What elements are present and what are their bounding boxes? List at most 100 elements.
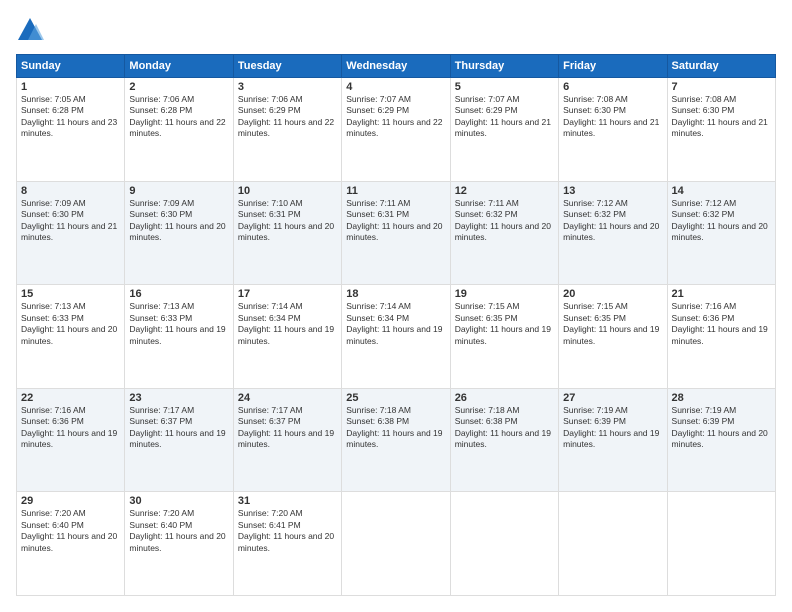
day-number: 5 [455, 81, 554, 93]
day-number: 27 [563, 392, 662, 404]
calendar-cell: 8 Sunrise: 7:09 AMSunset: 6:30 PMDayligh… [17, 181, 125, 285]
calendar-cell: 5 Sunrise: 7:07 AMSunset: 6:29 PMDayligh… [450, 78, 558, 182]
day-content: Sunrise: 7:16 AMSunset: 6:36 PMDaylight:… [672, 301, 771, 347]
day-number: 28 [672, 392, 771, 404]
day-number: 20 [563, 288, 662, 300]
day-content: Sunrise: 7:11 AMSunset: 6:32 PMDaylight:… [455, 198, 554, 244]
calendar-cell: 1 Sunrise: 7:05 AMSunset: 6:28 PMDayligh… [17, 78, 125, 182]
day-header-wednesday: Wednesday [342, 55, 450, 78]
calendar-cell: 12 Sunrise: 7:11 AMSunset: 6:32 PMDaylig… [450, 181, 558, 285]
calendar-cell: 17 Sunrise: 7:14 AMSunset: 6:34 PMDaylig… [233, 285, 341, 389]
day-number: 26 [455, 392, 554, 404]
day-number: 14 [672, 185, 771, 197]
calendar-cell: 22 Sunrise: 7:16 AMSunset: 6:36 PMDaylig… [17, 388, 125, 492]
calendar-cell: 24 Sunrise: 7:17 AMSunset: 6:37 PMDaylig… [233, 388, 341, 492]
day-content: Sunrise: 7:20 AMSunset: 6:41 PMDaylight:… [238, 508, 337, 554]
calendar-cell: 28 Sunrise: 7:19 AMSunset: 6:39 PMDaylig… [667, 388, 775, 492]
day-content: Sunrise: 7:14 AMSunset: 6:34 PMDaylight:… [346, 301, 445, 347]
calendar-week-row: 8 Sunrise: 7:09 AMSunset: 6:30 PMDayligh… [17, 181, 776, 285]
day-content: Sunrise: 7:07 AMSunset: 6:29 PMDaylight:… [455, 94, 554, 140]
calendar-cell: 16 Sunrise: 7:13 AMSunset: 6:33 PMDaylig… [125, 285, 233, 389]
day-number: 1 [21, 81, 120, 93]
day-number: 2 [129, 81, 228, 93]
day-number: 3 [238, 81, 337, 93]
calendar-header-row: SundayMondayTuesdayWednesdayThursdayFrid… [17, 55, 776, 78]
calendar-cell: 20 Sunrise: 7:15 AMSunset: 6:35 PMDaylig… [559, 285, 667, 389]
day-content: Sunrise: 7:20 AMSunset: 6:40 PMDaylight:… [129, 508, 228, 554]
calendar-week-row: 22 Sunrise: 7:16 AMSunset: 6:36 PMDaylig… [17, 388, 776, 492]
calendar-cell: 4 Sunrise: 7:07 AMSunset: 6:29 PMDayligh… [342, 78, 450, 182]
calendar-cell [559, 492, 667, 596]
day-number: 23 [129, 392, 228, 404]
day-content: Sunrise: 7:11 AMSunset: 6:31 PMDaylight:… [346, 198, 445, 244]
day-content: Sunrise: 7:08 AMSunset: 6:30 PMDaylight:… [563, 94, 662, 140]
day-header-tuesday: Tuesday [233, 55, 341, 78]
day-number: 12 [455, 185, 554, 197]
calendar-cell: 15 Sunrise: 7:13 AMSunset: 6:33 PMDaylig… [17, 285, 125, 389]
day-content: Sunrise: 7:15 AMSunset: 6:35 PMDaylight:… [455, 301, 554, 347]
header [16, 16, 776, 44]
day-number: 16 [129, 288, 228, 300]
day-number: 29 [21, 495, 120, 507]
day-content: Sunrise: 7:08 AMSunset: 6:30 PMDaylight:… [672, 94, 771, 140]
day-number: 7 [672, 81, 771, 93]
day-content: Sunrise: 7:14 AMSunset: 6:34 PMDaylight:… [238, 301, 337, 347]
calendar-cell: 11 Sunrise: 7:11 AMSunset: 6:31 PMDaylig… [342, 181, 450, 285]
calendar-cell: 29 Sunrise: 7:20 AMSunset: 6:40 PMDaylig… [17, 492, 125, 596]
calendar-cell: 18 Sunrise: 7:14 AMSunset: 6:34 PMDaylig… [342, 285, 450, 389]
calendar-cell: 19 Sunrise: 7:15 AMSunset: 6:35 PMDaylig… [450, 285, 558, 389]
day-content: Sunrise: 7:09 AMSunset: 6:30 PMDaylight:… [21, 198, 120, 244]
day-header-friday: Friday [559, 55, 667, 78]
logo-icon [16, 16, 44, 44]
day-content: Sunrise: 7:12 AMSunset: 6:32 PMDaylight:… [563, 198, 662, 244]
day-number: 11 [346, 185, 445, 197]
day-number: 22 [21, 392, 120, 404]
day-content: Sunrise: 7:16 AMSunset: 6:36 PMDaylight:… [21, 405, 120, 451]
calendar-cell: 27 Sunrise: 7:19 AMSunset: 6:39 PMDaylig… [559, 388, 667, 492]
calendar-cell: 25 Sunrise: 7:18 AMSunset: 6:38 PMDaylig… [342, 388, 450, 492]
calendar-week-row: 15 Sunrise: 7:13 AMSunset: 6:33 PMDaylig… [17, 285, 776, 389]
day-content: Sunrise: 7:13 AMSunset: 6:33 PMDaylight:… [21, 301, 120, 347]
day-content: Sunrise: 7:17 AMSunset: 6:37 PMDaylight:… [238, 405, 337, 451]
day-number: 15 [21, 288, 120, 300]
day-content: Sunrise: 7:06 AMSunset: 6:29 PMDaylight:… [238, 94, 337, 140]
day-content: Sunrise: 7:19 AMSunset: 6:39 PMDaylight:… [563, 405, 662, 451]
day-header-saturday: Saturday [667, 55, 775, 78]
day-header-thursday: Thursday [450, 55, 558, 78]
day-number: 13 [563, 185, 662, 197]
calendar-cell [450, 492, 558, 596]
calendar-cell: 14 Sunrise: 7:12 AMSunset: 6:32 PMDaylig… [667, 181, 775, 285]
day-header-sunday: Sunday [17, 55, 125, 78]
page: SundayMondayTuesdayWednesdayThursdayFrid… [0, 0, 792, 612]
calendar-cell: 10 Sunrise: 7:10 AMSunset: 6:31 PMDaylig… [233, 181, 341, 285]
day-number: 8 [21, 185, 120, 197]
day-content: Sunrise: 7:18 AMSunset: 6:38 PMDaylight:… [455, 405, 554, 451]
calendar-cell [667, 492, 775, 596]
day-content: Sunrise: 7:10 AMSunset: 6:31 PMDaylight:… [238, 198, 337, 244]
day-number: 25 [346, 392, 445, 404]
day-header-monday: Monday [125, 55, 233, 78]
day-content: Sunrise: 7:12 AMSunset: 6:32 PMDaylight:… [672, 198, 771, 244]
day-content: Sunrise: 7:20 AMSunset: 6:40 PMDaylight:… [21, 508, 120, 554]
day-number: 4 [346, 81, 445, 93]
day-content: Sunrise: 7:18 AMSunset: 6:38 PMDaylight:… [346, 405, 445, 451]
calendar-cell: 13 Sunrise: 7:12 AMSunset: 6:32 PMDaylig… [559, 181, 667, 285]
day-number: 21 [672, 288, 771, 300]
calendar-cell: 31 Sunrise: 7:20 AMSunset: 6:41 PMDaylig… [233, 492, 341, 596]
day-content: Sunrise: 7:06 AMSunset: 6:28 PMDaylight:… [129, 94, 228, 140]
calendar-cell: 26 Sunrise: 7:18 AMSunset: 6:38 PMDaylig… [450, 388, 558, 492]
day-content: Sunrise: 7:17 AMSunset: 6:37 PMDaylight:… [129, 405, 228, 451]
calendar-cell: 3 Sunrise: 7:06 AMSunset: 6:29 PMDayligh… [233, 78, 341, 182]
day-number: 31 [238, 495, 337, 507]
day-content: Sunrise: 7:05 AMSunset: 6:28 PMDaylight:… [21, 94, 120, 140]
day-number: 19 [455, 288, 554, 300]
day-number: 17 [238, 288, 337, 300]
calendar-cell [342, 492, 450, 596]
day-content: Sunrise: 7:07 AMSunset: 6:29 PMDaylight:… [346, 94, 445, 140]
day-content: Sunrise: 7:15 AMSunset: 6:35 PMDaylight:… [563, 301, 662, 347]
calendar-cell: 6 Sunrise: 7:08 AMSunset: 6:30 PMDayligh… [559, 78, 667, 182]
day-content: Sunrise: 7:09 AMSunset: 6:30 PMDaylight:… [129, 198, 228, 244]
day-number: 24 [238, 392, 337, 404]
day-number: 30 [129, 495, 228, 507]
day-number: 6 [563, 81, 662, 93]
